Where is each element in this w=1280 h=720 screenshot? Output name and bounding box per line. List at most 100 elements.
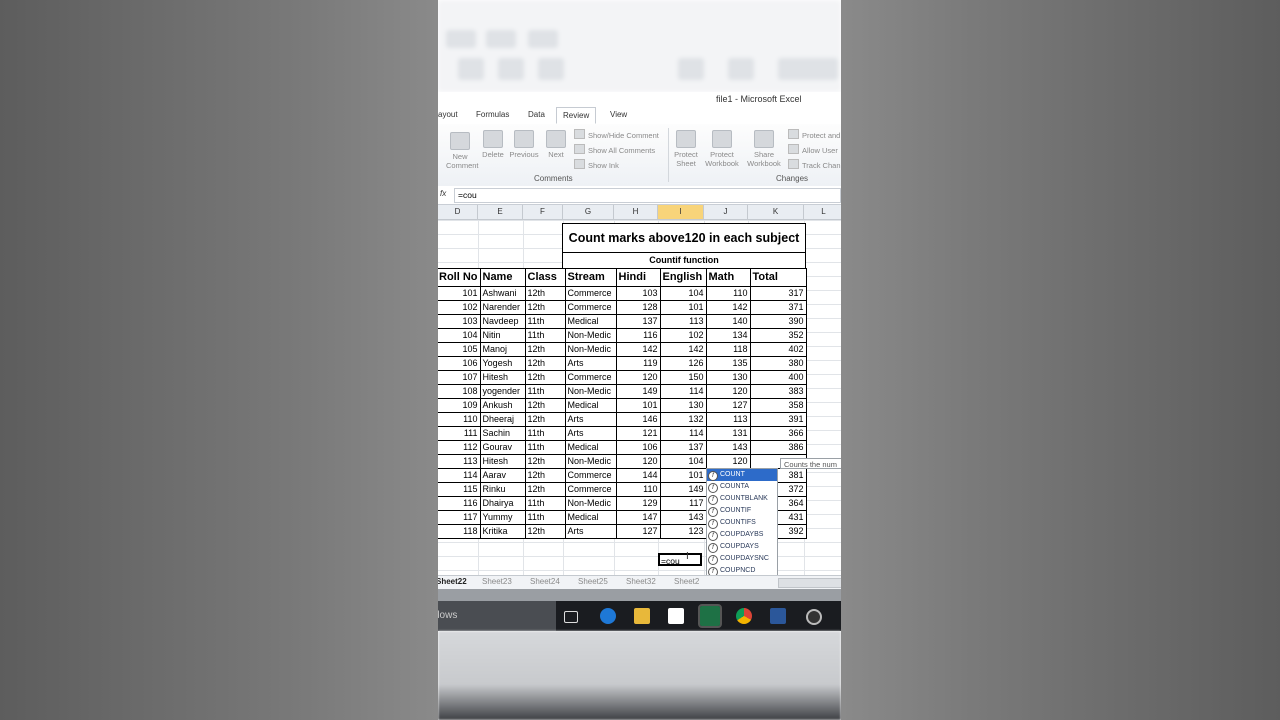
edge-icon[interactable] xyxy=(600,608,616,624)
table-cell[interactable]: 126 xyxy=(659,356,707,371)
chrome-icon[interactable] xyxy=(736,608,752,624)
column-header-e[interactable]: E xyxy=(478,205,523,219)
table-cell[interactable]: 12th xyxy=(524,482,566,497)
table-cell[interactable]: 137 xyxy=(659,440,707,455)
table-cell[interactable]: 12th xyxy=(524,370,566,385)
table-cell[interactable]: 144 xyxy=(615,468,661,483)
table-cell[interactable]: 120 xyxy=(705,454,751,469)
table-cell[interactable]: 104 xyxy=(659,454,707,469)
protect-and-share-button[interactable]: Protect and xyxy=(788,129,840,140)
table-cell[interactable]: Hitesh xyxy=(479,370,526,385)
table-cell[interactable]: Commerce xyxy=(564,370,617,385)
table-cell[interactable]: 114 xyxy=(438,468,481,483)
table-cell[interactable]: 116 xyxy=(438,496,481,511)
table-cell[interactable]: 120 xyxy=(615,454,661,469)
table-cell[interactable]: Commerce xyxy=(564,468,617,483)
autocomplete-item[interactable]: f COUNTBLANK xyxy=(707,493,777,505)
store-icon[interactable] xyxy=(668,608,684,624)
table-cell[interactable]: 101 xyxy=(438,286,481,301)
share-workbook-button[interactable]: Share Workbook xyxy=(744,130,784,168)
table-cell[interactable]: 149 xyxy=(659,482,707,497)
table-cell[interactable]: 104 xyxy=(659,286,707,301)
table-cell[interactable]: 130 xyxy=(659,398,707,413)
table-cell[interactable]: 132 xyxy=(659,412,707,427)
table-cell[interactable]: 11th xyxy=(524,510,566,525)
table-cell[interactable]: 101 xyxy=(659,300,707,315)
table-cell[interactable]: 102 xyxy=(438,300,481,315)
table-cell[interactable]: Medical xyxy=(564,398,617,413)
table-cell[interactable]: Hitesh xyxy=(479,454,526,469)
column-header-i[interactable]: I xyxy=(658,205,704,219)
table-cell[interactable]: 116 xyxy=(615,328,661,343)
table-cell[interactable]: 105 xyxy=(438,342,481,357)
show-ink-button[interactable]: Show Ink xyxy=(574,159,619,170)
table-cell[interactable]: 114 xyxy=(659,384,707,399)
table-cell[interactable]: 121 xyxy=(615,426,661,441)
column-header-g[interactable]: G xyxy=(563,205,614,219)
table-cell[interactable]: 110 xyxy=(615,482,661,497)
file-explorer-icon[interactable] xyxy=(634,608,650,624)
table-cell[interactable]: Manoj xyxy=(479,342,526,357)
autocomplete-item[interactable]: f COUPDAYBS xyxy=(707,529,777,541)
column-header-l[interactable]: L xyxy=(804,205,841,219)
table-cell[interactable]: Rinku xyxy=(479,482,526,497)
table-cell[interactable]: 358 xyxy=(749,398,807,413)
track-changes-button[interactable]: Track Chan xyxy=(788,159,841,170)
table-cell[interactable]: 131 xyxy=(705,426,751,441)
tab-data[interactable]: Data xyxy=(528,110,545,119)
table-cell[interactable]: 12th xyxy=(524,342,566,357)
table-cell[interactable]: Gourav xyxy=(479,440,526,455)
table-cell[interactable]: 147 xyxy=(615,510,661,525)
table-cell[interactable]: Yogesh xyxy=(479,356,526,371)
column-header-h[interactable]: H xyxy=(614,205,658,219)
column-header-d[interactable]: D xyxy=(438,205,478,219)
table-cell[interactable]: 390 xyxy=(749,314,807,329)
table-cell[interactable]: 12th xyxy=(524,286,566,301)
table-cell[interactable]: 11th xyxy=(524,314,566,329)
table-cell[interactable]: 109 xyxy=(438,398,481,413)
table-cell[interactable]: 402 xyxy=(749,342,807,357)
table-cell[interactable]: 380 xyxy=(749,356,807,371)
table-cell[interactable]: 110 xyxy=(438,412,481,427)
table-cell[interactable]: 12th xyxy=(524,300,566,315)
table-cell[interactable]: Ankush xyxy=(479,398,526,413)
sheet-tab-sheet2[interactable]: Sheet2 xyxy=(674,577,699,586)
header-cell[interactable]: Name xyxy=(479,268,526,287)
table-cell[interactable]: 103 xyxy=(615,286,661,301)
table-cell[interactable]: 142 xyxy=(615,342,661,357)
table-cell[interactable]: 102 xyxy=(659,328,707,343)
tab-formulas[interactable]: Formulas xyxy=(476,110,509,119)
table-cell[interactable]: Sachin xyxy=(479,426,526,441)
sheet-subtitle-cell[interactable]: Countif function xyxy=(562,252,806,269)
autocomplete-item[interactable]: f COUNTA xyxy=(707,481,777,493)
table-cell[interactable]: 128 xyxy=(615,300,661,315)
sheet-tab-sheet22[interactable]: Sheet22 xyxy=(438,577,467,586)
table-cell[interactable]: 371 xyxy=(749,300,807,315)
table-cell[interactable]: 146 xyxy=(615,412,661,427)
table-cell[interactable]: 11th xyxy=(524,426,566,441)
new-comment-button[interactable]: New Comment xyxy=(446,132,479,170)
allow-users-button[interactable]: Allow User xyxy=(788,144,838,155)
formula-input[interactable]: =cou xyxy=(454,188,841,203)
table-cell[interactable]: 101 xyxy=(659,468,707,483)
table-cell[interactable]: 134 xyxy=(705,328,751,343)
excel-icon[interactable] xyxy=(698,604,722,628)
table-cell[interactable]: 115 xyxy=(438,482,481,497)
header-cell[interactable]: English xyxy=(659,268,707,287)
insert-function-icon[interactable]: fx xyxy=(440,189,450,198)
table-cell[interactable]: 110 xyxy=(705,286,751,301)
table-cell[interactable]: 106 xyxy=(615,440,661,455)
table-cell[interactable]: 142 xyxy=(705,300,751,315)
autocomplete-item[interactable]: f COUNTIFS xyxy=(707,517,777,529)
header-cell[interactable]: Stream xyxy=(564,268,617,287)
table-cell[interactable]: Ashwani xyxy=(479,286,526,301)
table-cell[interactable]: 118 xyxy=(438,524,481,539)
table-cell[interactable]: 12th xyxy=(524,412,566,427)
table-cell[interactable]: 317 xyxy=(749,286,807,301)
tab-review[interactable]: Review xyxy=(556,107,597,124)
protect-sheet-button[interactable]: Protect Sheet xyxy=(672,130,700,168)
recorder-icon[interactable] xyxy=(806,609,822,625)
table-cell[interactable]: 117 xyxy=(659,496,707,511)
table-cell[interactable]: Non-Medic xyxy=(564,496,617,511)
show-hide-comment-button[interactable]: Show/Hide Comment xyxy=(574,129,659,140)
